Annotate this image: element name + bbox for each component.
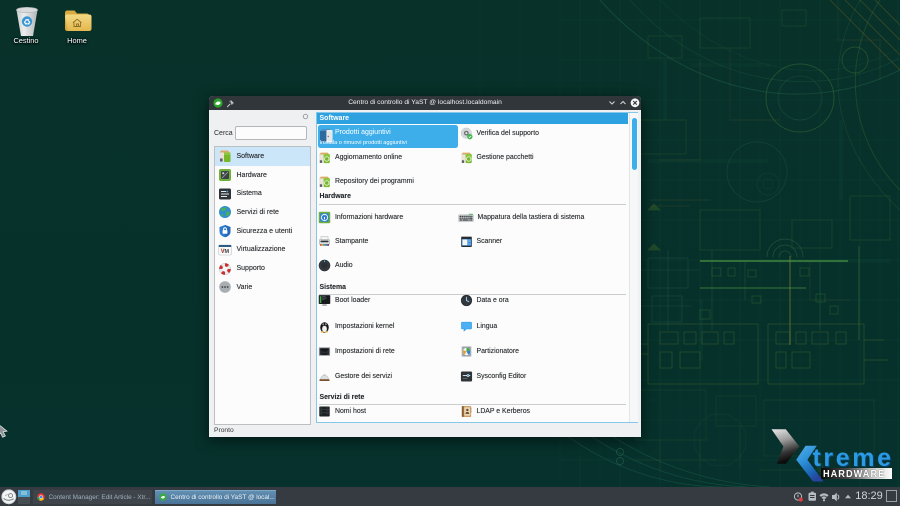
svg-text:♻: ♻ [23, 17, 31, 27]
svg-text:V: V [220, 248, 224, 254]
